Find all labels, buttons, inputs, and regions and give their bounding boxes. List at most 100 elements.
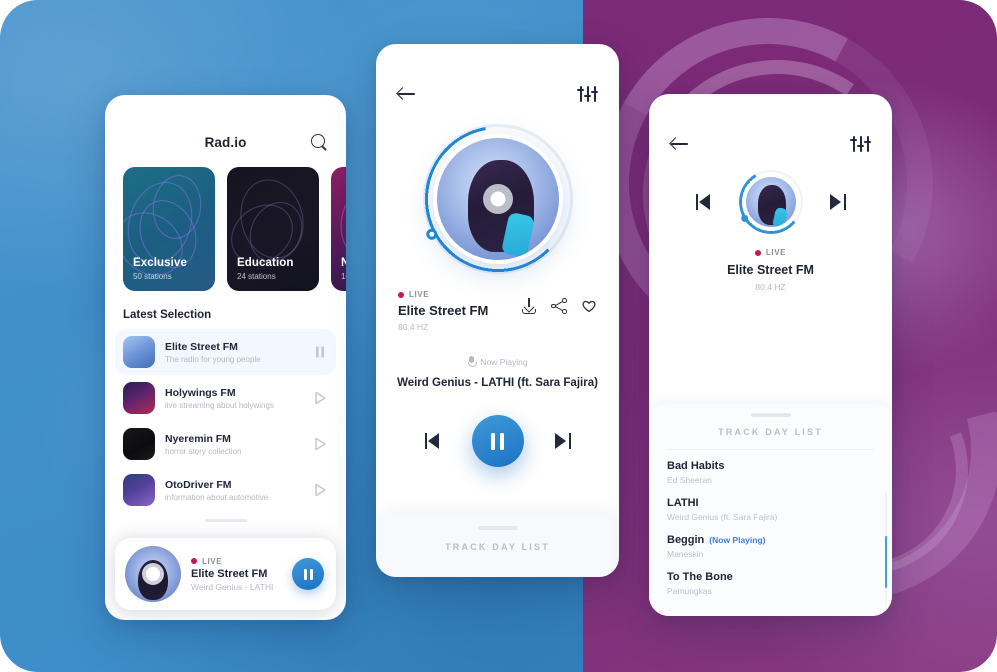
category-card-new[interactable]: New 10 st xyxy=(331,167,346,291)
now-playing-badge: (Now Playing) xyxy=(709,535,766,545)
album-art-disc xyxy=(745,177,796,227)
station-name: Elite Street FM xyxy=(165,340,238,353)
compact-player-controls xyxy=(649,170,892,234)
phone-screen-player: LIVE Elite Street FM 80.4 HZ Now Playing… xyxy=(376,44,619,577)
track-artist: Maneskin xyxy=(667,549,704,559)
station-frequency: 80.4 HZ xyxy=(398,322,429,332)
list-item[interactable]: Nyeremin FM horror story collection xyxy=(115,421,336,467)
live-badge: LIVE xyxy=(191,557,282,566)
live-dot-icon xyxy=(754,249,761,256)
category-card-exclusive[interactable]: Exclusive 50 stations xyxy=(123,167,215,291)
category-subtitle: 50 stations xyxy=(133,272,172,281)
list-item[interactable]: Holywings FM live streaming about holywi… xyxy=(115,375,336,421)
list-item[interactable]: Elite Street FM The radio for young peop… xyxy=(115,329,336,375)
album-art-figure xyxy=(138,559,168,600)
scrollbar-thumb[interactable] xyxy=(884,536,887,588)
pause-icon[interactable] xyxy=(312,344,328,360)
live-dot-icon xyxy=(398,291,404,298)
tracklist-header xyxy=(649,94,892,152)
album-art-disc xyxy=(125,546,181,602)
track-artist: Weird Genius (ft. Sara Fajira) xyxy=(667,512,778,522)
heart-icon[interactable] xyxy=(581,298,597,314)
category-title: Education xyxy=(237,257,294,269)
player-info: LIVE Elite Street FM 80.4 HZ xyxy=(376,274,619,332)
share-icon[interactable] xyxy=(551,298,567,314)
play-icon[interactable] xyxy=(312,390,328,406)
track-list[interactable]: Bad Habits Ed Sheeran LATHI Weird Genius… xyxy=(649,450,892,616)
track-title: Bad Habits xyxy=(667,460,725,472)
category-card-education[interactable]: Education 24 stations xyxy=(227,167,319,291)
arrow-left-icon[interactable] xyxy=(671,137,689,151)
station-name: OtoDriver FM xyxy=(165,478,232,491)
list-fade-overlay xyxy=(649,594,892,616)
sheet-label: TRACK DAY LIST xyxy=(445,542,550,552)
microphone-icon xyxy=(467,356,477,368)
station-description: The radio for young people xyxy=(165,354,261,364)
vinyl-hub xyxy=(482,184,513,214)
album-art-player[interactable] xyxy=(422,124,573,274)
station-meta: LIVE Elite Street FM 80.4 HZ xyxy=(649,248,892,292)
track-list-sheet: TRACK DAY LIST Bad Habits Ed Sheeran LAT… xyxy=(649,404,892,616)
skip-next-button[interactable] xyxy=(550,432,572,450)
station-description: live streaming about holywings xyxy=(165,400,274,410)
home-header: Rad.io xyxy=(105,95,346,151)
mini-player-track: Weird Genius - LATHI xyxy=(191,581,274,592)
live-label: LIVE xyxy=(202,556,223,566)
track-artist: Ed Sheeran xyxy=(667,475,712,485)
section-title-latest-selection: Latest Selection xyxy=(123,309,212,321)
station-frequency: 80.4 HZ xyxy=(755,282,786,292)
track-row[interactable]: To The Bone Pamungkas xyxy=(667,571,874,596)
station-thumbnail xyxy=(123,474,155,506)
live-badge: LIVE xyxy=(649,248,892,257)
track-row[interactable]: Beggin (Now Playing) Maneskin xyxy=(667,534,874,559)
category-title: Exclusive xyxy=(133,257,187,269)
station-name: Elite Street FM xyxy=(727,263,814,277)
mini-player[interactable]: LIVE Elite Street FM Weird Genius - LATH… xyxy=(115,538,336,610)
station-thumbnail xyxy=(123,382,155,414)
arrow-left-icon[interactable] xyxy=(398,87,416,101)
sheet-handle[interactable] xyxy=(750,413,791,417)
player-header xyxy=(376,44,619,102)
station-thumbnail xyxy=(123,336,155,368)
search-icon[interactable] xyxy=(310,133,328,151)
station-description: information about automotive xyxy=(165,492,269,502)
live-dot-icon xyxy=(191,558,197,564)
play-icon[interactable] xyxy=(312,482,328,498)
category-carousel[interactable]: Exclusive 50 stations Education 24 stati… xyxy=(105,151,346,291)
track-title: LATHI xyxy=(667,497,699,509)
skip-previous-button[interactable] xyxy=(695,193,717,211)
skip-previous-button[interactable] xyxy=(424,432,446,450)
station-name: Elite Street FM xyxy=(398,303,489,318)
track-list-sheet[interactable]: TRACK DAY LIST xyxy=(376,515,619,577)
album-art-disc xyxy=(436,138,559,260)
live-label: LIVE xyxy=(765,248,787,257)
screenshot-stage: Rad.io Exclusive 50 stations Education 2… xyxy=(0,0,997,672)
pause-button[interactable] xyxy=(292,558,324,590)
mini-player-station: Elite Street FM xyxy=(191,567,268,580)
skip-next-button[interactable] xyxy=(825,193,847,211)
station-name: Nyeremin FM xyxy=(165,432,231,445)
pause-icon xyxy=(303,568,313,580)
sheet-label: TRACK DAY LIST xyxy=(718,427,823,437)
station-description: horror story collection xyxy=(165,446,242,456)
now-playing-label: Now Playing xyxy=(480,357,528,367)
live-label: LIVE xyxy=(409,290,430,299)
play-icon[interactable] xyxy=(312,436,328,452)
phone-screen-tracklist: LIVE Elite Street FM 80.4 HZ TRACK DAY L… xyxy=(649,94,892,616)
now-playing-header: Now Playing xyxy=(376,356,619,368)
player-actions xyxy=(521,290,597,314)
sheet-handle[interactable] xyxy=(204,519,247,522)
track-row[interactable]: LATHI Weird Genius (ft. Sara Fajira) xyxy=(667,497,874,522)
list-item[interactable]: OtoDriver FM information about automotiv… xyxy=(115,467,336,513)
category-subtitle: 24 stations xyxy=(237,272,276,281)
now-playing-track: Weird Genius - LATHI (ft. Sara Fajira) xyxy=(397,377,598,389)
album-art-player[interactable] xyxy=(738,170,803,234)
download-icon[interactable] xyxy=(521,298,537,314)
track-row[interactable]: Bad Habits Ed Sheeran xyxy=(667,460,874,485)
station-list: Elite Street FM The radio for young peop… xyxy=(105,325,346,522)
track-title: Beggin xyxy=(667,534,705,546)
pause-button[interactable] xyxy=(471,415,524,467)
sheet-handle[interactable] xyxy=(477,526,518,530)
equalizer-icon[interactable] xyxy=(850,136,872,152)
equalizer-icon[interactable] xyxy=(577,86,599,102)
